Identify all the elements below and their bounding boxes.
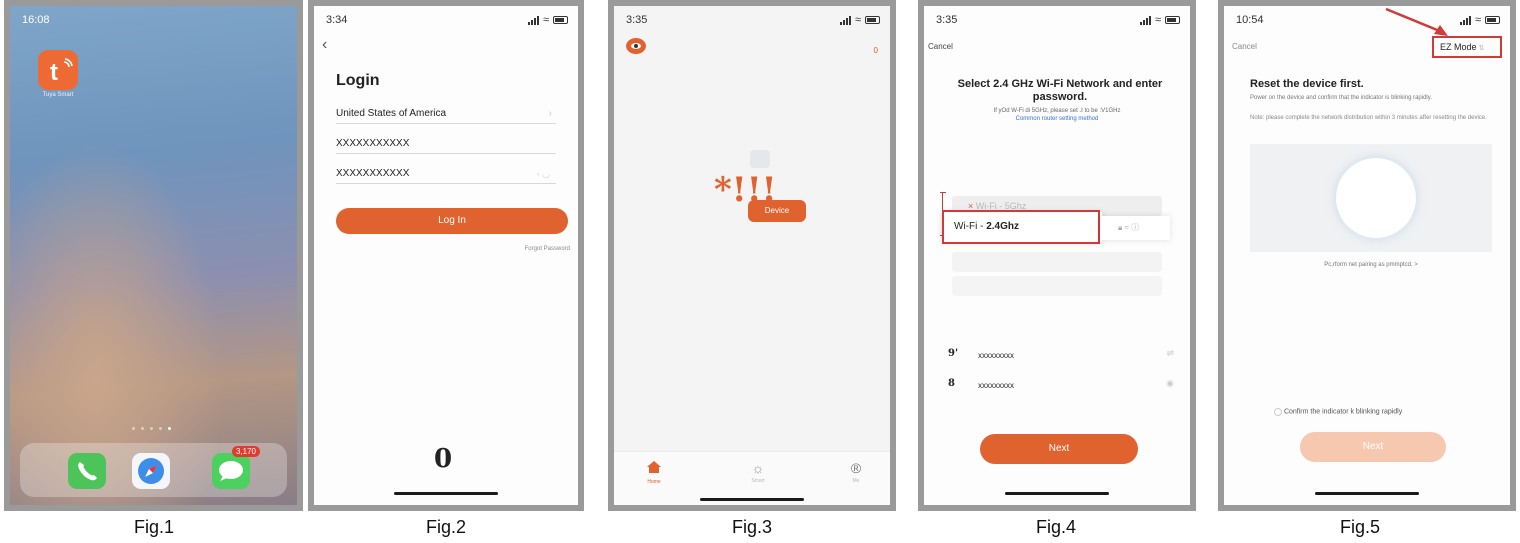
status-bar: 3:35 ≈ bbox=[936, 14, 1180, 30]
fig2-login-screen: 3:34 ≈ ‹ Login United States of America ›… bbox=[314, 6, 578, 505]
fig4-panel: 3:35 ≈ Cancel Select 2.4 GHz Wi-Fi Netwo… bbox=[918, 0, 1196, 511]
avatar[interactable] bbox=[626, 38, 646, 54]
tab-bar: Home ☼ Smart ® Me bbox=[614, 451, 890, 505]
info-icon: ⓘ bbox=[1131, 223, 1140, 232]
home-icon bbox=[647, 461, 661, 473]
empty-state-icon bbox=[750, 150, 770, 168]
page-title: Select 2.4 GHz Wi-Fi Network and enter p… bbox=[957, 78, 1163, 103]
home-indicator bbox=[700, 498, 804, 501]
sun-icon: ☼ bbox=[751, 460, 765, 476]
signal-icon bbox=[527, 15, 539, 25]
battery-icon bbox=[865, 16, 880, 24]
network-item[interactable] bbox=[952, 252, 1162, 272]
signal-icon bbox=[1139, 15, 1151, 25]
registered-icon: ® bbox=[850, 460, 862, 476]
wifi-icon: ≈ bbox=[1474, 14, 1481, 26]
add-device-button[interactable]: Device bbox=[748, 200, 806, 222]
home-indicator bbox=[1315, 492, 1419, 495]
status-time: 3:35 bbox=[936, 14, 958, 26]
network-24ghz-icons: 🔒︎ ≈ ⓘ bbox=[1100, 216, 1170, 240]
status-bar: 3:34 ≈ bbox=[326, 14, 568, 30]
account-field[interactable]: XXXXXXXXXXX bbox=[336, 134, 556, 154]
swap-icon: ⇅ bbox=[1476, 45, 1485, 52]
wifi-password-row[interactable]: 8 xxxxxxxxx ◉ bbox=[948, 378, 1178, 398]
status-bar: 3:35 ≈ bbox=[626, 14, 880, 30]
battery-icon bbox=[1485, 16, 1500, 24]
fig1-home-screen: 16:08 t Tuya Smart 3,170 bbox=[10, 6, 297, 505]
router-method-link[interactable]: Common router setting method bbox=[934, 116, 1180, 122]
next-button[interactable]: Next bbox=[980, 434, 1138, 464]
safari-icon[interactable] bbox=[132, 453, 170, 489]
wifi-icon: ≈ bbox=[1154, 14, 1161, 26]
network-item[interactable] bbox=[952, 276, 1162, 296]
caption-fig3: Fig.3 bbox=[731, 517, 773, 537]
caption-fig5: Fig.5 bbox=[1339, 517, 1381, 537]
caption-fig1: Fig.1 bbox=[133, 517, 175, 537]
fig2-panel: 3:34 ≈ ‹ Login United States of America ›… bbox=[308, 0, 584, 511]
tuya-app-icon[interactable]: t bbox=[38, 50, 78, 90]
forgot-password-link[interactable]: Forgot Password bbox=[525, 246, 570, 252]
reset-instructions: Power on the device and confirm that the… bbox=[1250, 95, 1432, 101]
eye-icon[interactable]: ◦ ◡ bbox=[536, 164, 550, 184]
signal-icon bbox=[839, 15, 851, 25]
confirm-checkbox-row[interactable]: Confirm the indicator k blinking rapidly bbox=[1274, 408, 1500, 416]
wifi-signal-icon: ≈ bbox=[1124, 223, 1129, 232]
messages-badge: 3,170 bbox=[231, 446, 260, 457]
band-hint: If yOd W-Fi di 5GHz, please set .I to be… bbox=[993, 108, 1121, 114]
caption-fig4: Fig.4 bbox=[1035, 517, 1077, 537]
page-dots bbox=[132, 427, 184, 431]
red-arrow bbox=[1385, 7, 1448, 36]
app-label: Tuya Smart bbox=[42, 92, 74, 98]
back-icon[interactable]: ‹ bbox=[322, 36, 327, 54]
chevron-right-icon: › bbox=[548, 108, 552, 119]
add-count[interactable]: 0 bbox=[874, 46, 878, 55]
device-icon bbox=[1336, 158, 1416, 238]
reset-note: Note: please complete the network distri… bbox=[1250, 115, 1487, 121]
cancel-button[interactable]: Cancel bbox=[1232, 42, 1257, 51]
status-time: 3:35 bbox=[626, 14, 648, 26]
country-field[interactable]: United States of America › bbox=[336, 104, 556, 124]
home-indicator bbox=[1005, 492, 1109, 495]
lock-icon: 🔒︎ bbox=[1118, 223, 1123, 232]
pairing-guide-link[interactable]: Pc,rform net pairing as pmmptcd. > bbox=[1250, 262, 1492, 268]
bottom-glyph: 0 bbox=[434, 444, 453, 474]
wifi-icon: ≈ bbox=[854, 14, 861, 26]
messages-icon[interactable]: 3,170 bbox=[212, 446, 260, 489]
wifi-icon: ≈ bbox=[542, 14, 549, 26]
fig3-home-screen: 3:35 ≈ 0 *!!! Device Home ☼ Smart ® Me bbox=[614, 6, 890, 505]
status-time: 16:08 bbox=[22, 14, 50, 26]
status-time: 3:34 bbox=[326, 14, 348, 26]
fig1-panel: 16:08 t Tuya Smart 3,170 bbox=[4, 0, 303, 511]
next-button[interactable]: Next bbox=[1300, 432, 1446, 462]
battery-icon bbox=[1165, 16, 1180, 24]
status-bar: 16:08 bbox=[22, 14, 287, 30]
battery-icon bbox=[553, 16, 568, 24]
tab-me[interactable]: ® Me bbox=[836, 460, 876, 484]
status-time: 10:54 bbox=[1236, 14, 1264, 26]
highlight-box bbox=[942, 210, 1100, 244]
cancel-button[interactable]: Cancel bbox=[928, 42, 953, 51]
device-illustration bbox=[1250, 144, 1492, 252]
dock: 3,170 bbox=[20, 443, 287, 497]
phone-icon[interactable] bbox=[68, 453, 106, 489]
lock-icon: 8 bbox=[948, 378, 955, 389]
wifi-name-row[interactable]: 9' xxxxxxxxx ⇌ bbox=[948, 348, 1178, 368]
checkbox-icon[interactable] bbox=[1274, 408, 1282, 416]
eye-icon[interactable]: ◉ bbox=[1166, 378, 1174, 389]
page-title: Login bbox=[336, 72, 380, 89]
fig5-reset-screen: 10:54 ≈ Cancel EZ Mode ⇅ Reset the devic… bbox=[1224, 6, 1510, 505]
fig5-panel: 10:54 ≈ Cancel EZ Mode ⇅ Reset the devic… bbox=[1218, 0, 1516, 511]
caption-fig2: Fig.2 bbox=[425, 517, 467, 537]
home-indicator bbox=[394, 492, 498, 495]
switch-network-icon[interactable]: ⇌ bbox=[1166, 348, 1174, 359]
tab-home[interactable]: Home bbox=[634, 460, 674, 485]
svg-text:t: t bbox=[50, 59, 58, 86]
password-field[interactable]: XXXXXXXXXXX ◦ ◡ bbox=[336, 164, 556, 184]
fig4-wifi-screen: 3:35 ≈ Cancel Select 2.4 GHz Wi-Fi Netwo… bbox=[924, 6, 1190, 505]
login-button[interactable]: Log In bbox=[336, 208, 568, 234]
page-title: Reset the device first. bbox=[1250, 78, 1364, 90]
fig3-panel: 3:35 ≈ 0 *!!! Device Home ☼ Smart ® Me bbox=[608, 0, 896, 511]
tab-smart[interactable]: ☼ Smart bbox=[738, 460, 778, 484]
wifi-icon: 9' bbox=[948, 348, 959, 359]
